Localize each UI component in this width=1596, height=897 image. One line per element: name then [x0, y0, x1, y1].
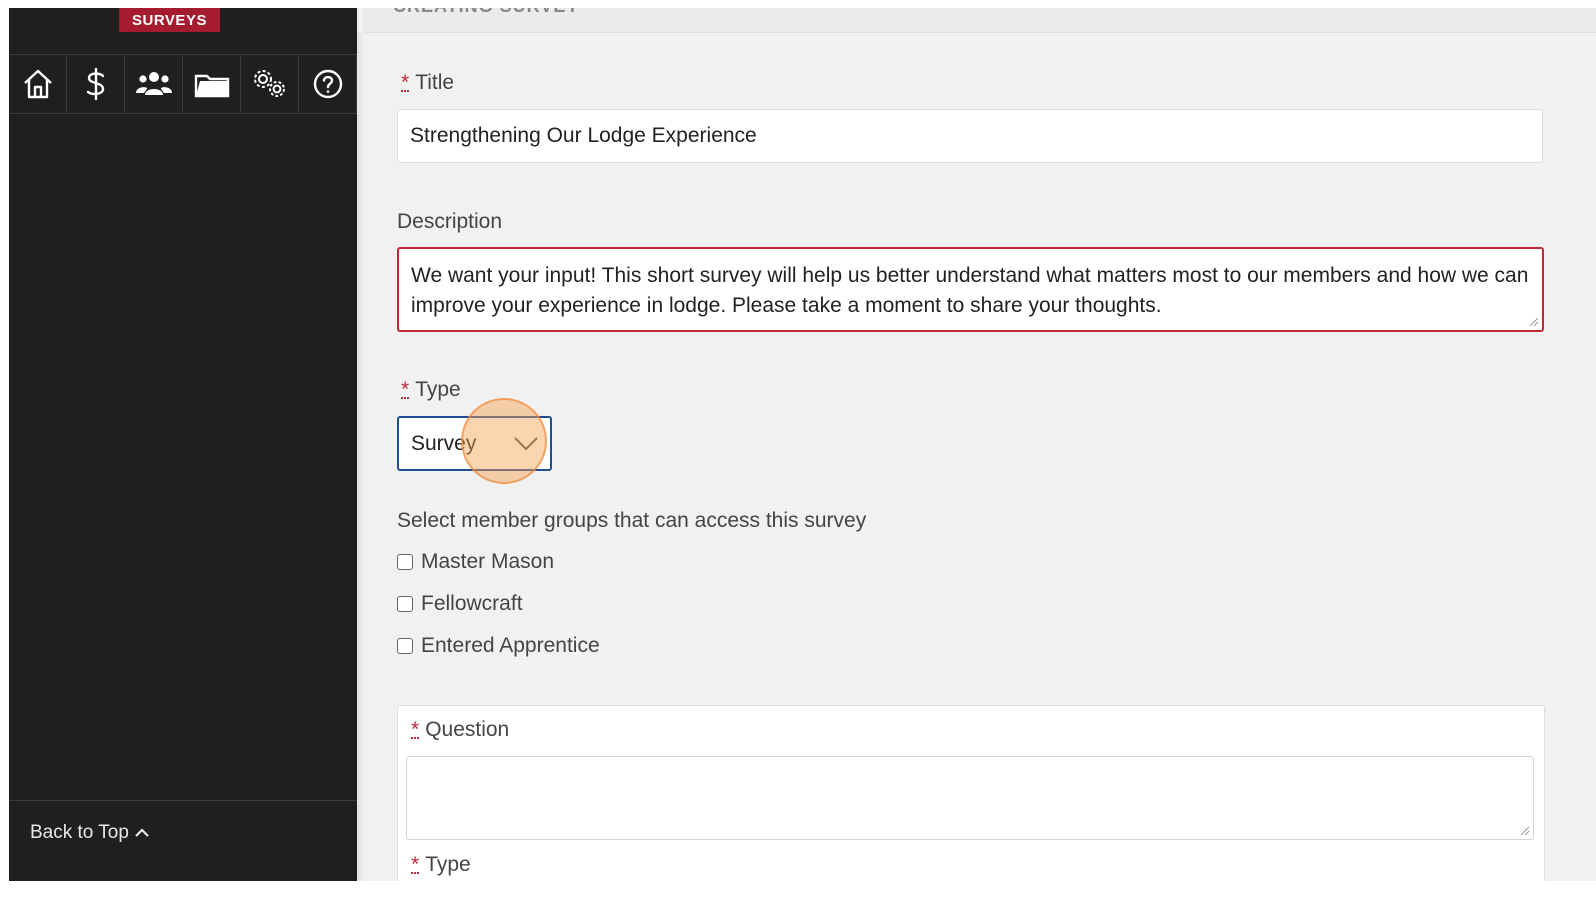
screen-frame-left — [0, 0, 9, 897]
back-to-top-link[interactable]: Back to Top — [30, 822, 149, 844]
sidebar-shadow — [357, 32, 365, 881]
checkbox[interactable] — [397, 554, 413, 570]
documents-button[interactable] — [183, 55, 241, 113]
groups-label: Select member groups that can access thi… — [397, 509, 867, 532]
question-card: * Question * Type — [397, 705, 1545, 897]
settings-icon — [253, 70, 285, 97]
checkbox[interactable] — [397, 638, 413, 654]
back-to-top-label: Back to Top — [30, 822, 129, 843]
page-header: CREATING SURVEY — [363, 8, 1596, 33]
members-button[interactable] — [125, 55, 183, 113]
help-button[interactable] — [299, 55, 357, 113]
page-title: CREATING SURVEY — [393, 8, 579, 17]
title-label: * Title — [401, 71, 455, 94]
group-label: Entered Apprentice — [421, 634, 600, 657]
home-icon — [23, 69, 52, 99]
type-select-value: Survey — [411, 431, 477, 455]
dollar-icon — [86, 67, 104, 101]
group-checkbox-row[interactable]: Fellowcraft — [397, 592, 523, 616]
description-label: Description — [397, 210, 503, 233]
home-button[interactable] — [9, 55, 67, 113]
group-checkbox-row[interactable]: Master Mason — [397, 550, 554, 574]
help-icon — [313, 69, 342, 99]
type-select[interactable]: Survey — [397, 416, 552, 471]
question-type-label: * Type — [411, 853, 471, 876]
title-input[interactable]: Strengthening Our Lodge Experience — [397, 109, 1543, 163]
question-input[interactable] — [406, 756, 1534, 840]
title-input-value: Strengthening Our Lodge Experience — [410, 124, 757, 147]
screen-frame-top — [0, 0, 1596, 8]
required-marker: * — [401, 378, 410, 401]
resize-grip-icon[interactable] — [1529, 317, 1539, 327]
resize-grip-icon[interactable] — [1520, 826, 1530, 836]
screen-frame-bottom — [0, 881, 1596, 897]
required-marker: * — [401, 71, 410, 94]
required-marker: * — [411, 853, 420, 876]
surveys-badge: SURVEYS — [119, 8, 220, 32]
sidebar-footer: Back to Top — [9, 800, 357, 882]
question-label: * Question — [411, 718, 510, 741]
finance-button[interactable] — [67, 55, 125, 113]
group-checkbox-row[interactable]: Entered Apprentice — [397, 634, 600, 658]
sidebar-icon-bar — [9, 54, 357, 114]
settings-button[interactable] — [241, 55, 299, 113]
chevron-up-icon — [135, 828, 149, 837]
group-label: Master Mason — [421, 550, 555, 573]
description-textarea[interactable]: We want your input! This short survey wi… — [397, 247, 1544, 332]
members-icon — [135, 72, 172, 95]
folder-icon — [194, 74, 229, 98]
checkbox[interactable] — [397, 596, 413, 612]
required-marker: * — [411, 718, 420, 741]
sidebar: SURVEYS Back to Top — [9, 8, 357, 881]
description-textarea-value: We want your input! This short survey wi… — [411, 264, 1529, 317]
type-label: * Type — [401, 378, 461, 401]
chevron-down-icon — [514, 436, 538, 450]
group-label: Fellowcraft — [421, 592, 523, 615]
